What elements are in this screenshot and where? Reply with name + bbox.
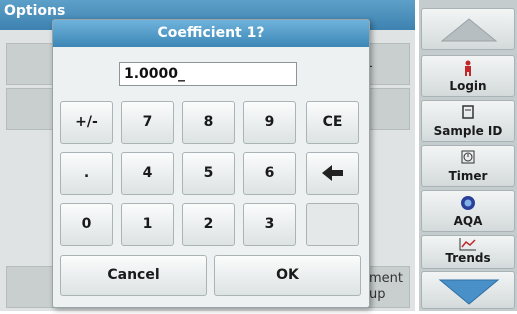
key-6[interactable]: 6 — [243, 152, 296, 195]
trends-label: Trends — [445, 251, 491, 265]
key-7[interactable]: 7 — [121, 101, 174, 144]
value-input[interactable]: 1.0000_ — [119, 62, 297, 86]
scroll-up-icon — [440, 18, 498, 42]
side-panel: Login Sample ID Timer AQA Trends — [419, 0, 517, 311]
numeric-keypad-dialog: Coefficient 1? 1.0000_ +/- 7 8 9 CE . 4 … — [52, 19, 370, 308]
scroll-down-button[interactable] — [421, 271, 515, 309]
sample-id-icon — [422, 105, 514, 123]
blank-key — [306, 203, 359, 246]
key-4[interactable]: 4 — [121, 152, 174, 195]
backspace-arrow-icon — [322, 165, 343, 181]
background-row-text: up — [369, 287, 386, 302]
ok-button[interactable]: OK — [214, 255, 361, 296]
timer-button[interactable]: Timer — [421, 145, 515, 187]
scroll-up-button[interactable] — [421, 8, 515, 50]
trends-button[interactable]: Trends — [421, 235, 515, 269]
aqa-button[interactable]: AQA — [421, 190, 515, 232]
timer-icon — [422, 150, 514, 168]
backspace-key[interactable] — [306, 152, 359, 195]
login-label: Login — [449, 79, 487, 93]
login-button[interactable]: Login — [421, 55, 515, 97]
key-1[interactable]: 1 — [121, 203, 174, 246]
sample-id-button[interactable]: Sample ID — [421, 100, 515, 142]
key-3[interactable]: 3 — [243, 203, 296, 246]
dialog-title: Coefficient 1? — [53, 20, 369, 47]
key-9[interactable]: 9 — [243, 101, 296, 144]
key-0[interactable]: 0 — [60, 203, 113, 246]
background-row-text: ment — [369, 271, 403, 286]
plus-minus-key[interactable]: +/- — [60, 101, 113, 144]
aqa-label: AQA — [453, 214, 483, 228]
window-title: Options — [4, 3, 66, 19]
sample-id-label: Sample ID — [433, 124, 503, 138]
cancel-button[interactable]: Cancel — [60, 255, 207, 296]
decimal-key[interactable]: . — [60, 152, 113, 195]
clear-entry-key[interactable]: CE — [306, 101, 359, 144]
key-5[interactable]: 5 — [182, 152, 235, 195]
key-2[interactable]: 2 — [182, 203, 235, 246]
aqa-icon — [422, 195, 514, 215]
key-8[interactable]: 8 — [182, 101, 235, 144]
timer-label: Timer — [448, 169, 488, 183]
scroll-down-icon — [438, 279, 500, 305]
login-icon — [422, 60, 514, 80]
